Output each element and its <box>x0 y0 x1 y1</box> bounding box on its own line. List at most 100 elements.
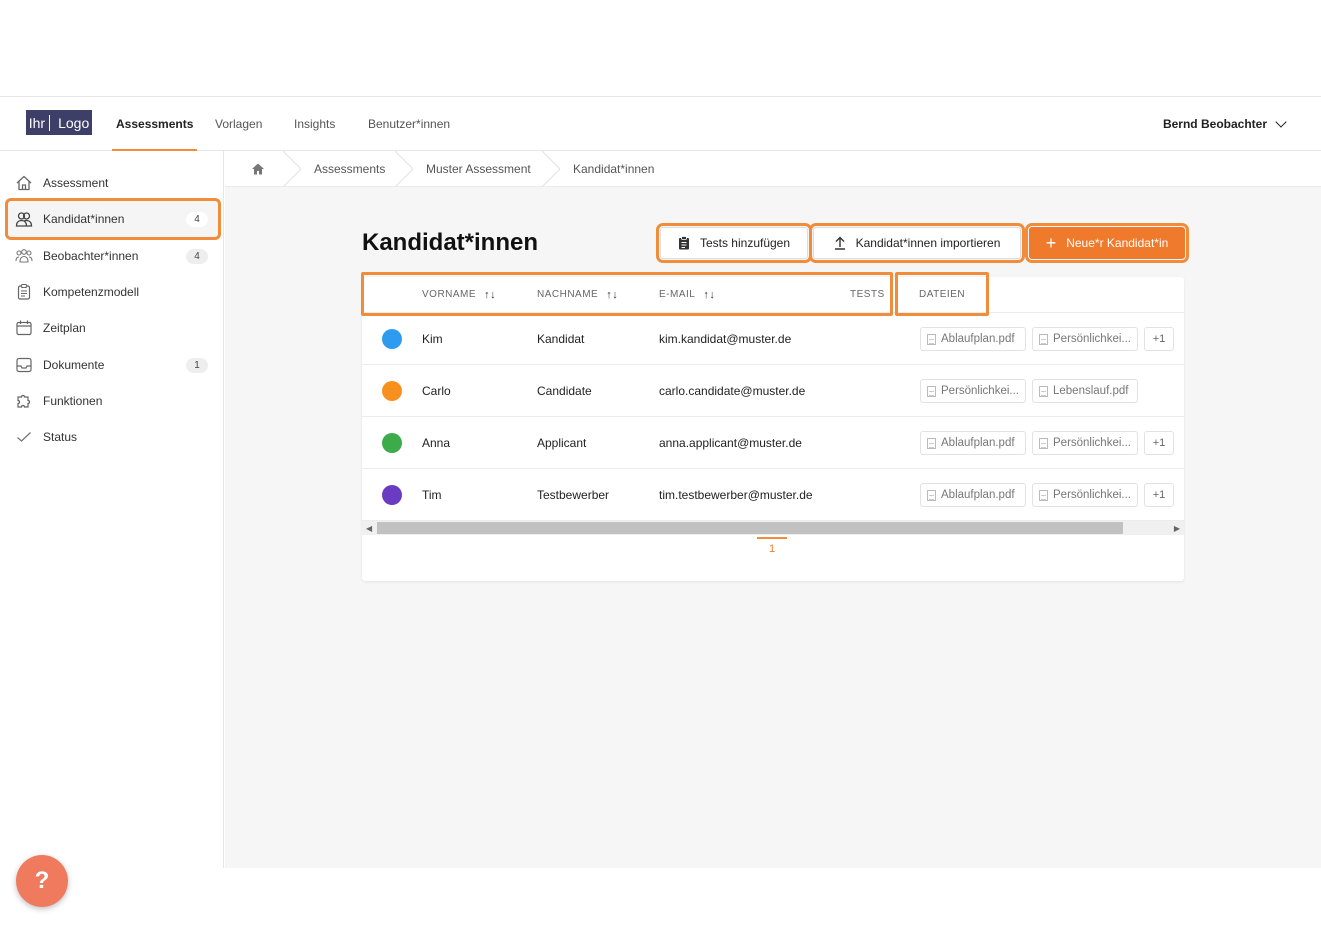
avatar <box>382 381 402 401</box>
nav-assessments[interactable]: Assessments <box>111 97 198 151</box>
cell-email: anna.applicant@muster.de <box>659 436 802 450</box>
highlight-box <box>895 272 989 316</box>
nav-benutzer[interactable]: Benutzer*innen <box>368 97 450 151</box>
check-icon <box>14 427 34 447</box>
logo-text-1: Ihr <box>29 114 51 131</box>
more-files-button[interactable]: +1 <box>1144 431 1174 455</box>
file-name: Ablaufplan.pdf <box>941 489 1015 501</box>
sidebar-item-status[interactable]: Status <box>8 419 218 455</box>
sidebar-item-zeitplan[interactable]: Zeitplan <box>8 310 218 346</box>
breadcrumb-separator <box>283 151 301 187</box>
sidebar-item-assessment[interactable]: Assessment <box>8 165 218 201</box>
cell-email: kim.kandidat@muster.de <box>659 332 792 346</box>
breadcrumb-separator <box>542 151 560 187</box>
file-chip[interactable]: Ablaufplan.pdf <box>920 431 1026 455</box>
table-row[interactable]: Tim Testbewerber tim.testbewerber@muster… <box>362 469 1184 521</box>
user-menu[interactable]: Bernd Beobachter <box>1162 97 1287 151</box>
file-name: Persönlichkei... <box>941 385 1019 397</box>
count-badge: 4 <box>186 249 208 264</box>
cell-nachname: Applicant <box>537 436 587 450</box>
add-tests-label: Tests hinzufügen <box>699 236 791 250</box>
count-badge: 4 <box>186 212 208 227</box>
add-tests-button[interactable]: Tests hinzufügen <box>656 223 812 263</box>
file-chip[interactable]: Persönlichkei... <box>920 379 1026 403</box>
scrollbar-thumb[interactable] <box>377 522 1123 534</box>
cell-nachname: Candidate <box>537 384 592 398</box>
sidebar: Assessment Kandidat*innen 4 Beobachter*i… <box>0 151 224 907</box>
document-icon <box>1039 385 1048 397</box>
sidebar-item-dokumente[interactable]: Dokumente 1 <box>8 347 218 383</box>
file-chip[interactable]: Persönlichkei... <box>1032 327 1138 351</box>
new-candidate-label: Neue*r Kandidat*in <box>1066 236 1169 250</box>
table-row[interactable]: Kim Kandidat kim.kandidat@muster.de Abla… <box>362 313 1184 365</box>
upload-icon <box>834 236 845 250</box>
main-content: Assessments Muster Assessment Kandidat*i… <box>225 151 1321 868</box>
sidebar-item-label: Status <box>43 430 78 444</box>
sidebar-item-label: Assessment <box>43 176 109 190</box>
document-icon <box>1039 437 1048 449</box>
scroll-left-icon[interactable]: ◀ <box>366 524 372 533</box>
sidebar-item-kompetenzmodell[interactable]: Kompetenzmodell <box>8 274 218 310</box>
file-name: Persönlichkei... <box>1053 333 1131 345</box>
breadcrumb-kandidatinnen: Kandidat*innen <box>573 162 655 176</box>
logo-text-2: Logo <box>58 114 90 131</box>
file-chip[interactable]: Persönlichkei... <box>1032 483 1138 507</box>
file-chip[interactable]: Ablaufplan.pdf <box>920 483 1026 507</box>
file-chip[interactable]: Lebenslauf.pdf <box>1032 379 1138 403</box>
breadcrumb-separator <box>395 151 413 187</box>
sidebar-item-beobachterinnen[interactable]: Beobachter*innen 4 <box>8 238 218 274</box>
nav-vorlagen[interactable]: Vorlagen <box>215 97 262 151</box>
sidebar-item-label: Beobachter*innen <box>43 249 139 263</box>
avatar <box>382 485 402 505</box>
cell-vorname: Anna <box>422 436 451 450</box>
document-icon <box>1039 333 1048 345</box>
plus-icon: + <box>1045 233 1057 253</box>
help-button[interactable]: ? <box>16 855 68 907</box>
table-row[interactable]: Carlo Candidate carlo.candidate@muster.d… <box>362 365 1184 417</box>
candidates-table: VORNAME ↑↓ NACHNAME ↑↓ E-MAIL ↑↓ TESTS D… <box>361 272 1184 581</box>
file-chip[interactable]: Persönlichkei... <box>1032 431 1138 455</box>
new-candidate-button[interactable]: + Neue*r Kandidat*in <box>1025 223 1189 263</box>
calendar-icon <box>14 318 34 338</box>
file-chip[interactable]: Ablaufplan.pdf <box>920 327 1026 351</box>
document-icon <box>927 333 936 345</box>
user-name: Bernd Beobachter <box>1162 117 1267 131</box>
file-name: Lebenslauf.pdf <box>1053 385 1129 397</box>
import-candidates-button[interactable]: Kandidat*innen importieren <box>809 223 1025 263</box>
cell-vorname: Tim <box>422 488 442 502</box>
file-name: Ablaufplan.pdf <box>941 437 1015 449</box>
table-header: VORNAME ↑↓ NACHNAME ↑↓ E-MAIL ↑↓ TESTS D… <box>361 272 1184 316</box>
home-icon[interactable] <box>251 151 267 187</box>
sidebar-item-kandidatinnen[interactable]: Kandidat*innen 4 <box>5 198 221 240</box>
cell-vorname: Kim <box>422 332 443 346</box>
inbox-icon <box>14 355 34 375</box>
scroll-right-icon[interactable]: ▶ <box>1174 524 1180 533</box>
chevron-down-icon <box>1275 116 1287 128</box>
users-icon <box>14 209 34 229</box>
top-navigation: Ihr Logo Assessments Vorlagen Insights B… <box>0 97 1321 151</box>
import-label: Kandidat*innen importieren <box>855 236 1001 250</box>
highlight-box <box>361 272 893 316</box>
document-icon <box>927 385 936 397</box>
cell-email: tim.testbewerber@muster.de <box>659 488 813 502</box>
nav-insights[interactable]: Insights <box>294 97 335 151</box>
puzzle-icon <box>14 391 34 411</box>
more-files-button[interactable]: +1 <box>1144 483 1174 507</box>
breadcrumb: Assessments Muster Assessment Kandidat*i… <box>225 151 1321 187</box>
breadcrumb-assessments[interactable]: Assessments <box>314 151 385 187</box>
breadcrumb-muster-assessment[interactable]: Muster Assessment <box>426 151 531 187</box>
pagination-page[interactable]: 1 <box>757 537 787 565</box>
sidebar-item-funktionen[interactable]: Funktionen <box>8 383 218 419</box>
group-icon <box>14 246 34 266</box>
cell-nachname: Kandidat <box>537 332 585 346</box>
clipboard-icon <box>14 282 34 302</box>
file-name: Ablaufplan.pdf <box>941 333 1015 345</box>
logo[interactable]: Ihr Logo <box>26 110 92 135</box>
cell-vorname: Carlo <box>422 384 451 398</box>
horizontal-scrollbar[interactable]: ◀ ▶ <box>362 521 1184 535</box>
table-row[interactable]: Anna Applicant anna.applicant@muster.de … <box>362 417 1184 469</box>
document-icon <box>927 437 936 449</box>
avatar <box>382 329 402 349</box>
file-name: Persönlichkei... <box>1053 437 1131 449</box>
more-files-button[interactable]: +1 <box>1144 327 1174 351</box>
